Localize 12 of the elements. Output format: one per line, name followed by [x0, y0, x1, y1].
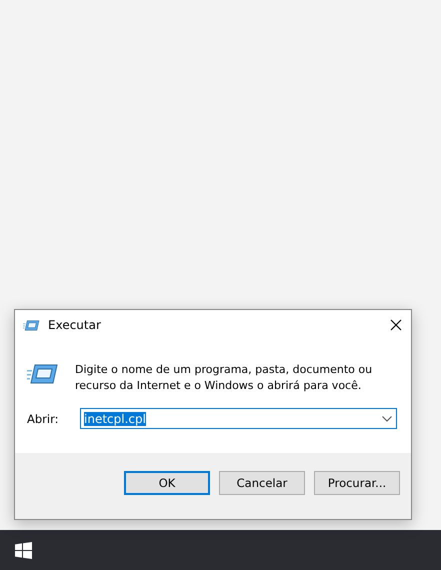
input-field[interactable]: inetcpl.cpl	[80, 408, 397, 429]
windows-logo-icon[interactable]	[14, 542, 32, 558]
description-text: Digite o nome de um programa, pasta, documento ou recurso da Internet e o Windows o abrirá para você.	[75, 362, 374, 394]
close-icon[interactable]	[390, 319, 402, 331]
dialog-button[interactable]: Procurar...	[314, 471, 400, 495]
dialog-button[interactable]: OK	[124, 471, 210, 495]
run-icon	[27, 362, 59, 386]
window-title: Executar	[48, 318, 102, 332]
dialog-button[interactable]: Cancelar	[219, 471, 305, 495]
chevron-down-icon[interactable]	[382, 416, 392, 422]
run-icon	[23, 318, 40, 332]
field-label: Abrir:	[27, 412, 60, 426]
